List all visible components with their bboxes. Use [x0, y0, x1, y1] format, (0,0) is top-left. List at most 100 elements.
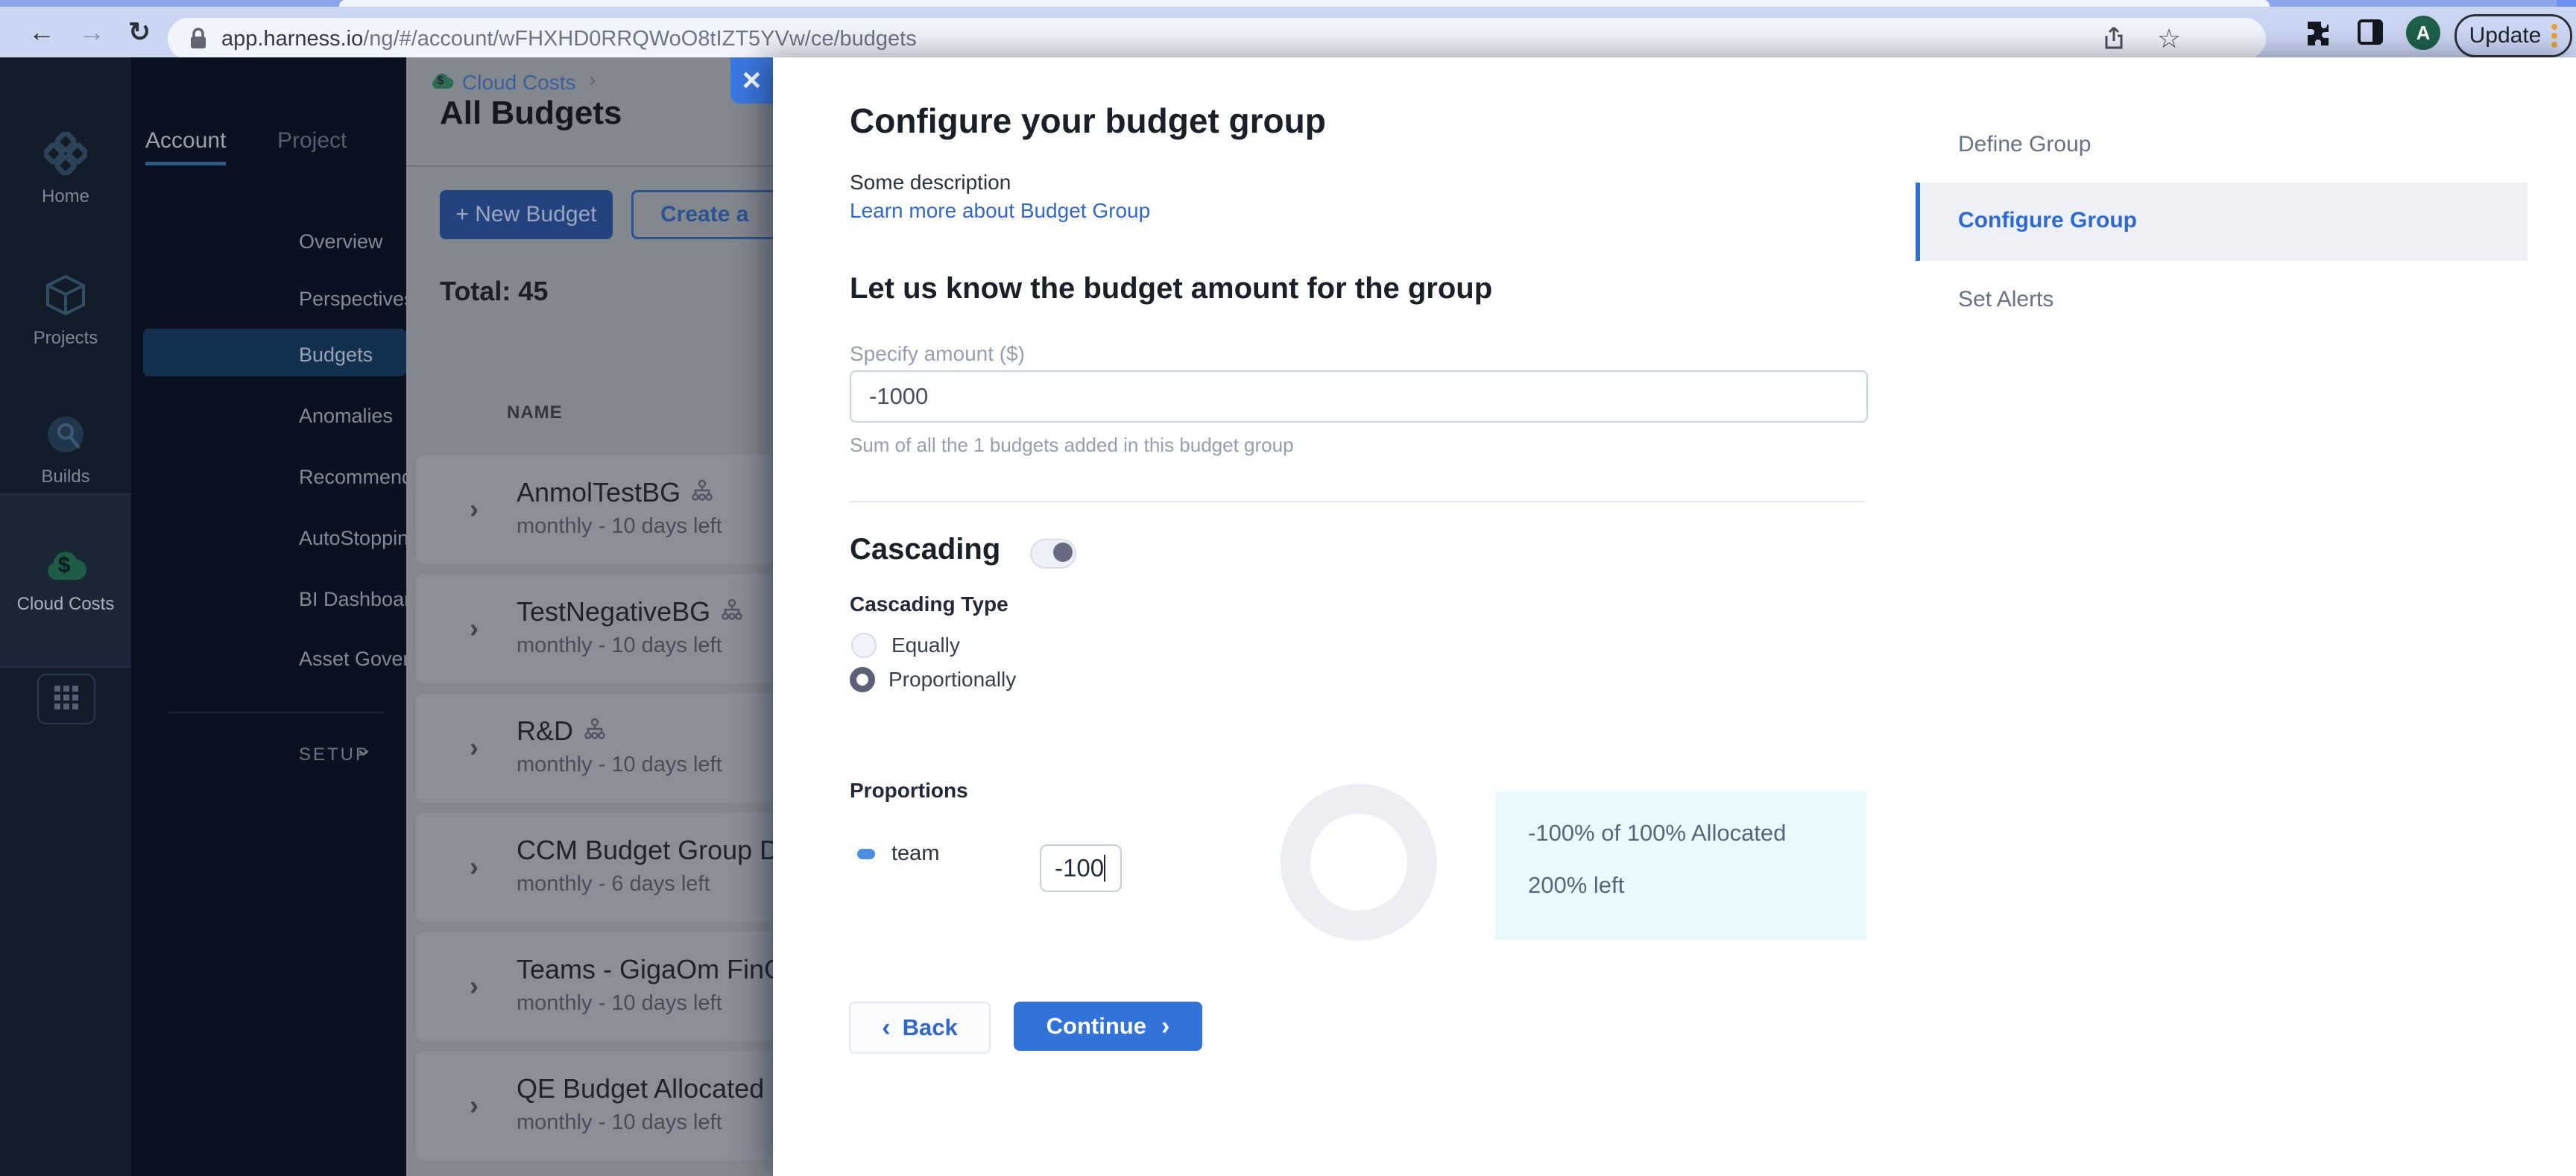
learn-more-link[interactable]: Learn more about Budget Group [850, 199, 1150, 223]
nav-item-anomalies[interactable]: Anomalies [299, 405, 393, 428]
new-budget-button[interactable]: + New Budget [440, 190, 613, 239]
svg-text:$: $ [438, 75, 444, 87]
left-text: 200% left [1528, 872, 1625, 898]
bookmark-star-icon[interactable]: ☆ [2154, 23, 2184, 54]
radio-circle-selected-icon[interactable] [850, 667, 875, 692]
budget-row[interactable]: › R&D monthly - 10 days left [416, 693, 773, 803]
radio-equally[interactable]: Equally [851, 633, 960, 658]
modal-title: Configure your budget group [850, 101, 1326, 140]
configure-budget-group-modal: Configure your budget group Some descrip… [773, 57, 2576, 1176]
lock-icon [189, 27, 208, 51]
proportions-label: Proportions [850, 779, 968, 802]
builds-icon [45, 417, 86, 460]
nav-item-bi-dashboards[interactable]: BI Dashboards [299, 588, 406, 611]
tab-account-underline [145, 162, 226, 165]
allocation-donut-chart [1281, 784, 1437, 941]
sidebar-item-projects[interactable]: Projects [0, 274, 131, 349]
amount-input[interactable]: -1000 [850, 370, 1868, 423]
chevron-down-icon: › [353, 749, 377, 756]
nav-divider [168, 712, 384, 713]
grid-icon [53, 684, 80, 715]
chevron-right-icon[interactable]: › [470, 493, 479, 525]
text-caret [1104, 855, 1106, 882]
budget-group-icon [691, 477, 713, 508]
header-divider [406, 165, 773, 167]
chevron-right-icon[interactable]: › [470, 732, 479, 763]
chevron-right-icon[interactable]: › [470, 970, 479, 1002]
cascading-toggle[interactable] [1030, 539, 1076, 569]
step-configure-group[interactable]: Configure Group [1916, 183, 2528, 261]
extensions-puzzle-icon[interactable] [2303, 17, 2333, 47]
create-budget-group-button[interactable]: Create a [631, 190, 773, 239]
budget-row[interactable]: › QE Budget Allocated monthly - 10 days … [416, 1051, 773, 1160]
nav-item-autostopping-rules[interactable]: AutoStopping Rules [299, 527, 406, 550]
reload-button[interactable]: ↻ [128, 7, 151, 57]
sidebar-item-builds[interactable]: Builds [0, 414, 131, 487]
modal-description: Some description [850, 171, 1011, 194]
module-rail: Home Projects Builds $ Cloud Costs [0, 57, 131, 1176]
nav-item-asset-governance[interactable]: Asset Governance [299, 648, 406, 671]
module-picker-button[interactable] [37, 674, 95, 724]
address-bar[interactable]: app.harness.io/ng/#/account/wFHXHD0RRQWo… [168, 18, 2266, 60]
amount-label: Specify amount ($) [850, 342, 1025, 365]
budget-row[interactable]: › CCM Budget Group Demo monthly - 6 days… [416, 812, 773, 922]
rail-separator [0, 493, 131, 495]
amount-helper-text: Sum of all the 1 budgets added in this b… [850, 434, 1294, 456]
avatar[interactable]: A [2406, 16, 2440, 50]
breadcrumb[interactable]: Cloud Costs [462, 71, 576, 95]
radio-proportionally[interactable]: Proportionally [850, 667, 1016, 692]
share-icon[interactable] [2099, 24, 2129, 54]
nav-item-overview[interactable]: Overview [299, 230, 383, 253]
allocation-summary-box: -100% of 100% Allocated 200% left [1495, 791, 1866, 940]
total-count: Total: 45 [440, 276, 549, 306]
chevron-right-icon[interactable]: › [470, 613, 479, 644]
all-budgets-page: $ Cloud Costs › All Budgets + New Budget… [406, 57, 773, 1176]
toggle-knob [1053, 543, 1073, 562]
budget-row[interactable]: › Teams - GigaOm FinOps De monthly - 10 … [416, 932, 773, 1041]
url-text: app.harness.io/ng/#/account/wFHXHD0RRQWo… [221, 26, 917, 51]
step-set-alerts[interactable]: Set Alerts [1958, 287, 2053, 312]
step-define-group[interactable]: Define Group [1958, 132, 2091, 157]
active-step-bar [1916, 183, 1920, 261]
screen: ← → ↻ app.harness.io/ng/#/account/wFHXHD… [0, 0, 2576, 1176]
breadcrumb-chevron-icon: › [589, 68, 596, 91]
nav-item-budgets[interactable]: Budgets [299, 344, 373, 367]
cloud-costs-nav: Account Project Overview Perspectives Bu… [131, 57, 406, 1176]
home-icon [42, 130, 89, 180]
chevron-right-icon[interactable]: › [470, 1090, 479, 1121]
chevron-right-icon[interactable]: › [470, 851, 479, 882]
close-modal-button[interactable]: × [730, 57, 773, 104]
proportion-row: team [857, 841, 939, 866]
budget-row[interactable]: › AnmolTestBG monthly - 10 days left [416, 455, 773, 564]
allocated-text: -100% of 100% Allocated [1528, 820, 1787, 846]
budget-row[interactable]: › TestNegativeBG monthly - 10 days left [416, 574, 773, 683]
radio-circle-icon[interactable] [851, 633, 877, 658]
sidebar-item-cloud-costs[interactable]: $ Cloud Costs [0, 546, 131, 615]
amount-heading: Let us know the budget amount for the gr… [850, 272, 1493, 305]
back-button-modal[interactable]: ‹ Back [849, 1002, 991, 1054]
projects-cube-icon [45, 274, 86, 321]
close-icon: × [742, 62, 762, 98]
cloud-costs-icon: $ [42, 551, 89, 587]
back-button[interactable]: ← [28, 7, 55, 57]
side-panel-icon[interactable] [2355, 17, 2385, 47]
budget-group-icon [584, 715, 606, 747]
budget-group-icon [721, 596, 743, 627]
sidebar-item-home[interactable]: Home [0, 130, 131, 207]
forward-button[interactable]: → [78, 7, 105, 57]
tab-account[interactable]: Account [145, 128, 226, 154]
cascading-heading: Cascading [850, 533, 1001, 566]
nav-item-recommendations[interactable]: Recommendations [299, 466, 406, 489]
chevron-right-icon: › [1161, 1012, 1170, 1040]
cascading-type-label: Cascading Type [850, 592, 1008, 616]
tab-project[interactable]: Project [277, 128, 347, 154]
team-proportion-input[interactable]: -100 [1040, 844, 1122, 892]
svg-text:$: $ [58, 553, 71, 578]
continue-button[interactable]: Continue › [1014, 1002, 1202, 1051]
browser-menu-icon[interactable] [2551, 21, 2558, 51]
browser-toolbar: ← → ↻ app.harness.io/ng/#/account/wFHXHD… [0, 7, 2576, 60]
tabstrip-corner [2557, 0, 2576, 7]
breadcrumb-cloud-icon: $ [429, 71, 455, 94]
update-button[interactable]: Update [2455, 14, 2572, 57]
nav-item-perspectives[interactable]: Perspectives [299, 288, 406, 311]
